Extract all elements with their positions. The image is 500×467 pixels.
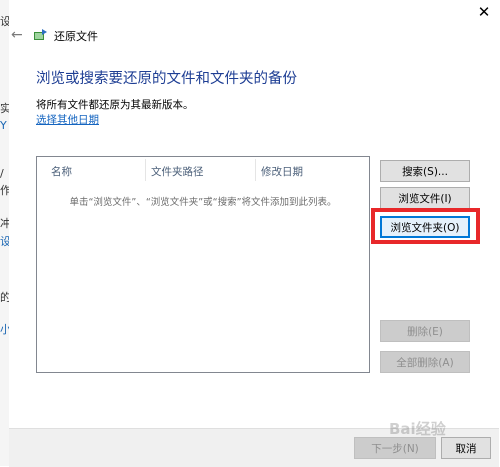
- column-header-name[interactable]: 名称: [51, 164, 72, 179]
- page-heading: 浏览或搜索要还原的文件和文件夹的备份: [36, 71, 297, 87]
- browse-folders-button[interactable]: 浏览文件夹(O): [380, 216, 470, 238]
- search-button[interactable]: 搜索(S)...: [380, 160, 470, 182]
- column-header-modified-date[interactable]: 修改日期: [261, 164, 303, 179]
- close-icon[interactable]: ✕: [469, 0, 499, 24]
- restore-files-dialog: ✕ ← 还原文件 浏览或搜索要还原的文件和文件夹的备份 将所有文件都还原为其最新…: [9, 0, 499, 467]
- bg-fragment: Y: [0, 119, 7, 132]
- backup-restore-icon: [34, 29, 47, 40]
- info-text: 将所有文件都还原为其最新版本。: [36, 99, 194, 111]
- dialog-title: 还原文件: [54, 30, 98, 43]
- empty-list-hint: 单击“浏览文件”、“浏览文件夹”或“搜索”将文件添加到此列表。: [69, 197, 337, 208]
- cancel-button[interactable]: 取消: [441, 437, 491, 459]
- back-arrow-icon[interactable]: ←: [11, 27, 23, 43]
- choose-other-date-link[interactable]: 选择其他日期: [36, 112, 99, 127]
- browse-files-button[interactable]: 浏览文件(I): [380, 187, 470, 209]
- column-separator: [255, 159, 256, 181]
- bg-fragment: /: [0, 167, 4, 180]
- column-separator: [145, 159, 146, 181]
- remove-button[interactable]: 删除(E): [380, 320, 470, 342]
- dialog-footer: 下一步(N) 取消: [9, 428, 499, 467]
- remove-all-button[interactable]: 全部删除(A): [380, 351, 470, 373]
- file-list[interactable]: 名称 文件夹路径 修改日期 单击“浏览文件”、“浏览文件夹”或“搜索”将文件添加…: [36, 156, 370, 373]
- next-button[interactable]: 下一步(N): [354, 437, 436, 459]
- column-header-folder-path[interactable]: 文件夹路径: [151, 164, 204, 179]
